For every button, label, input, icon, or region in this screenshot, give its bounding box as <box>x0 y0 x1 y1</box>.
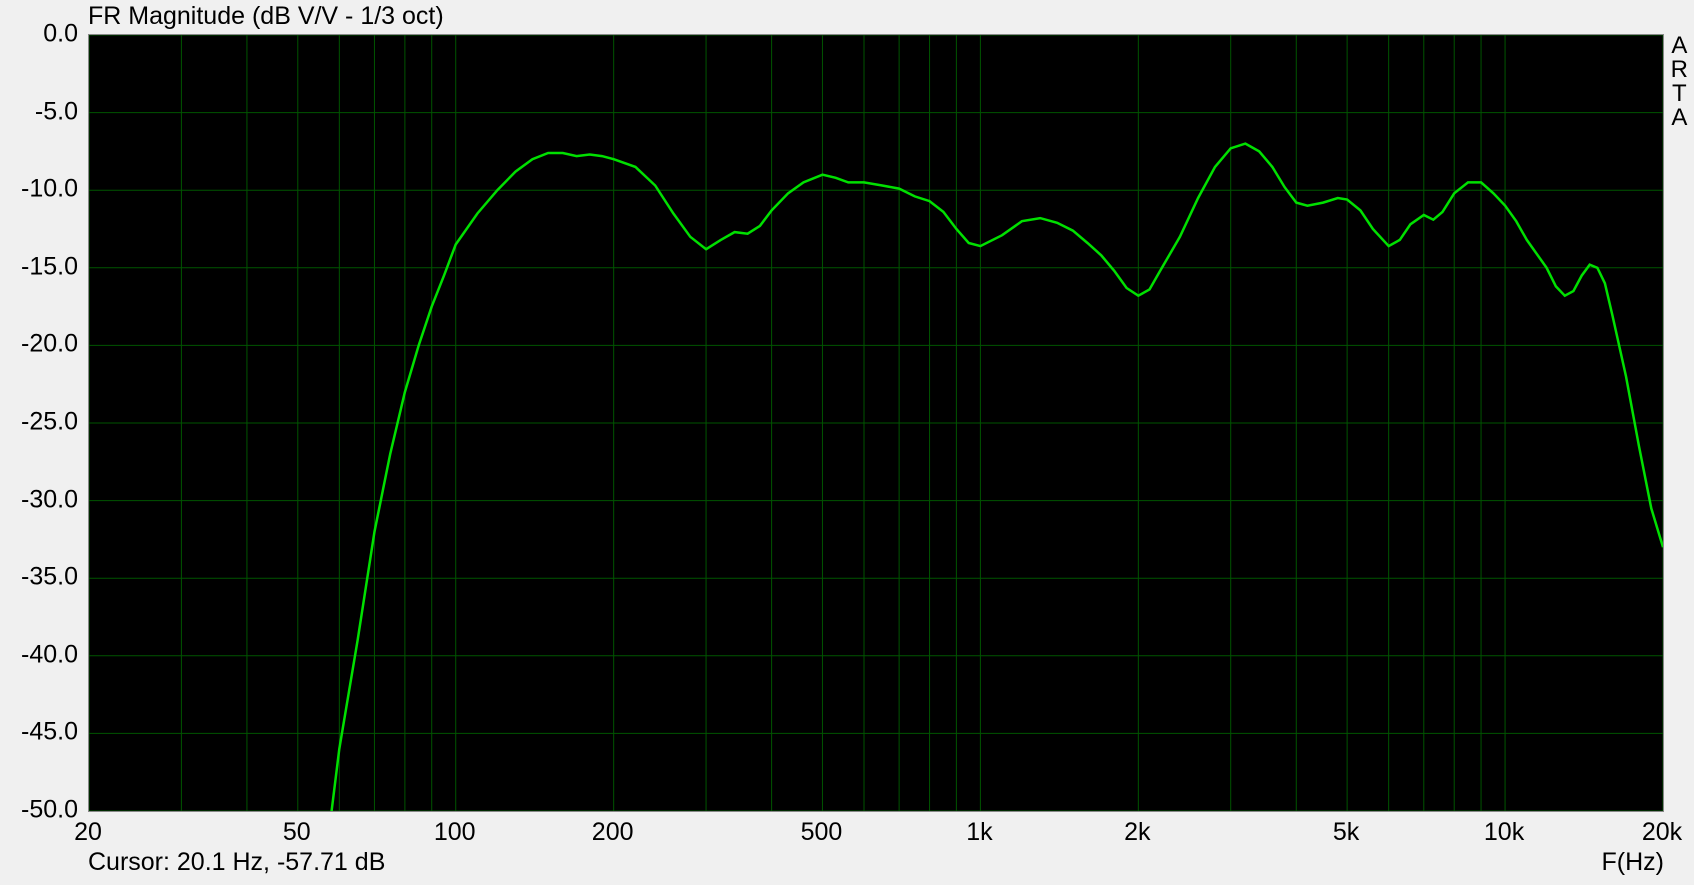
x-tick: 100 <box>434 818 476 847</box>
x-axis-label: F(Hz) <box>1602 848 1664 877</box>
y-tick: -35.0 <box>8 563 78 592</box>
y-tick: -40.0 <box>8 640 78 669</box>
y-tick: 0.0 <box>8 20 78 49</box>
y-tick: -20.0 <box>8 330 78 359</box>
x-tick: 500 <box>801 818 843 847</box>
x-tick: 1k <box>966 818 992 847</box>
y-tick: -5.0 <box>8 97 78 126</box>
chart-title: FR Magnitude (dB V/V - 1/3 oct) <box>88 2 444 31</box>
x-tick: 50 <box>283 818 311 847</box>
plot-svg <box>89 35 1663 811</box>
x-tick: 200 <box>592 818 634 847</box>
y-tick: -10.0 <box>8 175 78 204</box>
arta-watermark: A R T A <box>1671 34 1688 130</box>
plot-area <box>88 34 1664 812</box>
x-tick: 20 <box>74 818 102 847</box>
x-tick: 5k <box>1333 818 1359 847</box>
x-tick: 2k <box>1124 818 1150 847</box>
response-curve <box>90 144 1663 811</box>
cursor-readout: Cursor: 20.1 Hz, -57.71 dB <box>88 848 385 877</box>
x-tick: 20k <box>1642 818 1682 847</box>
frequency-response-chart: FR Magnitude (dB V/V - 1/3 oct) A R T A … <box>0 0 1694 885</box>
y-tick: -15.0 <box>8 252 78 281</box>
y-tick: -45.0 <box>8 718 78 747</box>
y-tick: -30.0 <box>8 485 78 514</box>
x-tick: 10k <box>1484 818 1524 847</box>
grid <box>89 35 1663 811</box>
y-tick: -50.0 <box>8 796 78 825</box>
y-tick: -25.0 <box>8 408 78 437</box>
